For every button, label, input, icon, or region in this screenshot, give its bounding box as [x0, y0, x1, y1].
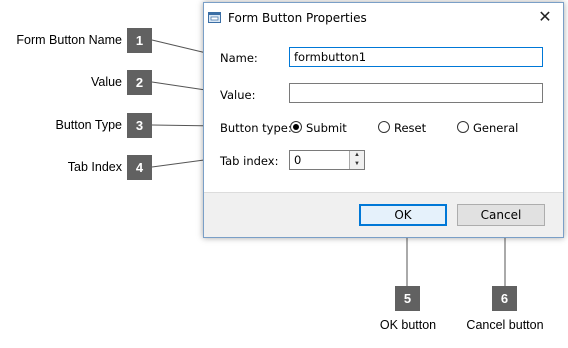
- callout-badge-6: 6: [492, 286, 517, 311]
- radio-reset-label[interactable]: Reset: [394, 121, 426, 135]
- ok-button[interactable]: OK: [359, 204, 447, 226]
- callout-label-ok-button: OK button: [379, 318, 437, 332]
- dialog-footer: OK Cancel: [204, 192, 563, 237]
- callout-label-form-button-name: Form Button Name: [16, 33, 122, 47]
- callout-badge-4: 4: [127, 155, 152, 180]
- tab-index-stepper[interactable]: 0 ▲ ▼: [289, 150, 365, 170]
- callout-label-cancel-button: Cancel button: [466, 318, 544, 332]
- radio-submit-label[interactable]: Submit: [306, 121, 347, 135]
- value-input[interactable]: [289, 83, 543, 103]
- window-icon: [208, 12, 221, 23]
- tab-index-label: Tab index:: [220, 154, 279, 168]
- radio-general-label[interactable]: General: [473, 121, 518, 135]
- callout-badge-3: 3: [127, 113, 152, 138]
- title-bar[interactable]: Form Button Properties ✕: [204, 3, 563, 33]
- spin-buttons: ▲ ▼: [349, 151, 364, 169]
- callout-badge-1: 1: [127, 28, 152, 53]
- callout-label-tab-index: Tab Index: [67, 160, 122, 174]
- callout-badge-2: 2: [127, 70, 152, 95]
- spin-down-icon[interactable]: ▼: [350, 160, 364, 169]
- dialog-title: Form Button Properties: [228, 11, 367, 25]
- callout-label-value: Value: [90, 75, 122, 89]
- radio-submit[interactable]: [290, 121, 302, 133]
- callout-label-button-type: Button Type: [55, 118, 123, 132]
- close-icon[interactable]: ✕: [537, 9, 553, 25]
- name-input[interactable]: formbutton1: [289, 47, 543, 67]
- cancel-button[interactable]: Cancel: [457, 204, 545, 226]
- tab-index-value[interactable]: 0: [294, 153, 301, 167]
- callout-badge-5: 5: [395, 286, 420, 311]
- value-label: Value:: [220, 88, 256, 102]
- radio-general[interactable]: [457, 121, 469, 133]
- radio-reset[interactable]: [378, 121, 390, 133]
- button-type-label: Button type:: [220, 121, 292, 135]
- form-button-properties-dialog: Form Button Properties ✕ Name: formbutto…: [203, 2, 564, 238]
- name-label: Name:: [220, 51, 258, 65]
